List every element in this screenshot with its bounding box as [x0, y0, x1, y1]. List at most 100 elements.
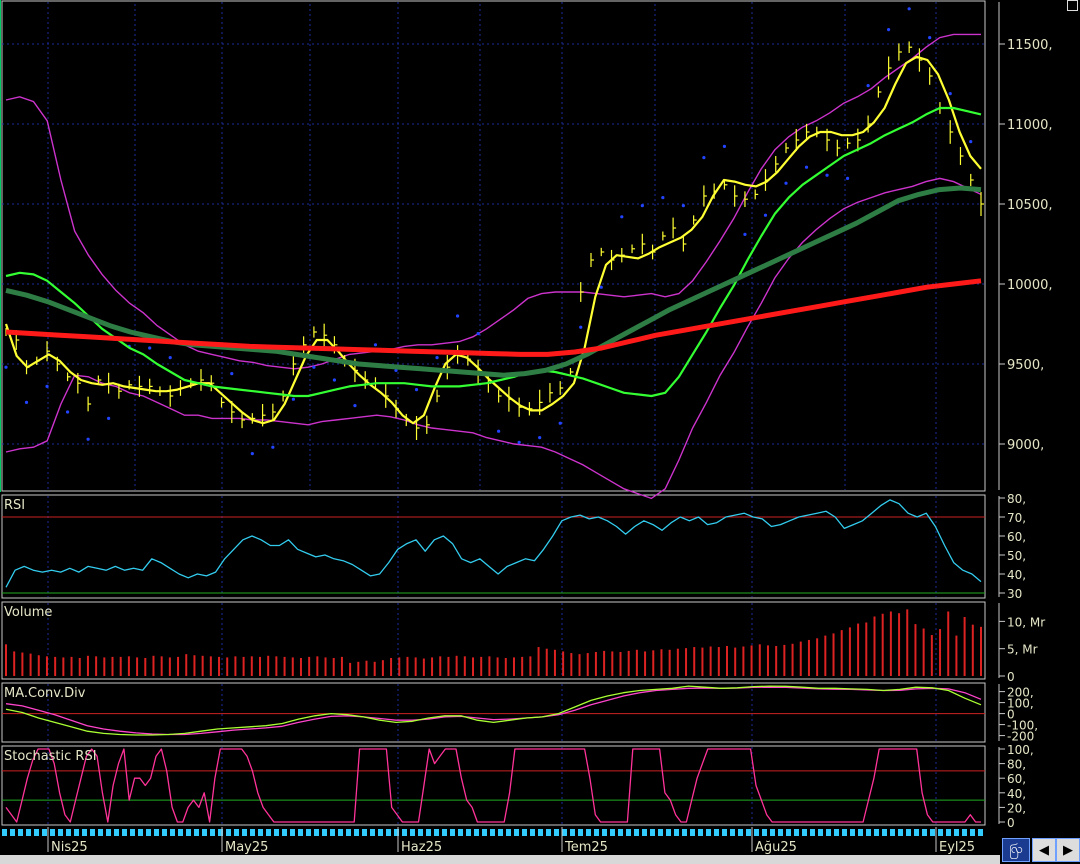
panel-frame	[1, 0, 986, 492]
date-scale-tick	[330, 829, 335, 836]
date-scale-tick	[538, 829, 543, 836]
date-scale-tick	[226, 829, 231, 836]
date-scale-tick	[146, 829, 151, 836]
sar-dot	[599, 285, 603, 289]
horizontal-scrollbar[interactable]	[0, 855, 1000, 864]
date-scale-tick	[530, 829, 535, 836]
date-scale-tick	[714, 829, 719, 836]
rsi-y-tick-label: 70,	[1007, 511, 1026, 525]
bollinger-upper-line	[5, 33, 981, 370]
stoch-rsi-line	[5, 748, 981, 823]
date-scale-tick	[410, 829, 415, 836]
date-scale-tick	[906, 829, 911, 836]
date-scale-tick	[50, 829, 55, 836]
rsi-y-tick-label: 30	[1007, 587, 1022, 601]
date-scale-tick	[658, 829, 663, 836]
sar-dot	[353, 404, 357, 408]
sar-dot	[291, 397, 295, 401]
date-scale-tick	[954, 829, 959, 836]
window-restore-button[interactable]	[1067, 0, 1078, 11]
sar-dot	[928, 36, 932, 40]
stoch-y-tick-label: 60,	[1007, 772, 1026, 786]
stock-chart[interactable]: 11500, 11000, 10500, 10000, 9500, 9000, 80, 70,…	[0, 0, 1080, 864]
sar-dot	[168, 356, 172, 360]
date-scale-tick	[154, 829, 159, 836]
sar-dot	[332, 378, 337, 382]
date-scale-tick	[874, 829, 879, 836]
date-scale-tick	[810, 829, 815, 836]
date-scale-tick	[754, 829, 759, 836]
sar-dot	[312, 365, 316, 369]
date-scale-tick	[650, 829, 655, 836]
date-scale-tick	[610, 829, 615, 836]
date-scale-tick	[170, 829, 175, 836]
stoch-y-tick-label: 100,	[1007, 743, 1034, 757]
date-scale-tick	[306, 829, 311, 836]
sar-dot	[681, 204, 685, 208]
date-scale-tick	[402, 829, 407, 836]
bloomberg-style-logo-icon[interactable]: ꩺ	[1002, 838, 1030, 862]
sar-dot	[907, 7, 911, 11]
sar-dot	[148, 346, 152, 350]
date-scale-tick	[890, 829, 895, 836]
date-scale-tick	[474, 829, 479, 836]
sar-dot	[538, 436, 542, 440]
rsi-y-tick-label: 80,	[1007, 492, 1026, 506]
date-scale-tick	[514, 829, 519, 836]
sar-dot	[558, 421, 562, 425]
x-month-label: Nis25	[51, 840, 88, 855]
sar-dot	[435, 356, 439, 360]
date-scale-tick	[106, 829, 111, 836]
date-scale-tick	[562, 829, 567, 836]
date-scale-tick	[290, 829, 295, 836]
sar-dot	[517, 440, 521, 444]
date-scale-tick	[866, 829, 871, 836]
rsi-y-tick-label: 60,	[1007, 530, 1026, 544]
scroll-right-icon[interactable]: ▶	[1056, 838, 1080, 862]
date-scale-tick	[34, 829, 39, 836]
date-scale-tick	[162, 829, 167, 836]
date-scale-tick	[466, 829, 471, 836]
rsi-y-tick-label: 50,	[1007, 549, 1026, 563]
date-scale-tick	[434, 829, 439, 836]
date-scale-tick	[234, 829, 239, 836]
x-month-label: Ağu25	[755, 840, 797, 855]
sar-dot	[497, 429, 501, 433]
date-scale-tick	[578, 829, 583, 836]
date-scale-tick	[602, 829, 607, 836]
date-scale-tick	[586, 829, 591, 836]
x-month-label: Eyl25	[939, 840, 975, 855]
date-scale-tick	[698, 829, 703, 836]
price-y-tick-label: 10500,	[1007, 198, 1053, 213]
date-scale-tick	[418, 829, 423, 836]
date-scale-tick	[322, 829, 327, 836]
date-scale-tick	[666, 829, 671, 836]
date-scale-tick	[338, 829, 343, 836]
macd-signal-line	[5, 686, 982, 736]
date-scale-tick	[962, 829, 967, 836]
stoch-y-tick-label: 20,	[1007, 801, 1026, 815]
price-y-tick-label: 11500,	[1007, 38, 1053, 53]
scroll-left-icon[interactable]: ◀	[1032, 838, 1056, 862]
sar-dot	[373, 343, 378, 347]
date-scale-tick	[682, 829, 687, 836]
date-scale-tick	[738, 829, 743, 836]
date-scale-tick	[178, 829, 183, 836]
sar-dot	[455, 314, 460, 318]
sar-dot	[4, 365, 8, 369]
date-scale-tick	[186, 829, 191, 836]
date-scale-tick	[730, 829, 735, 836]
date-scale-tick	[626, 829, 631, 836]
date-scale-tick	[946, 829, 951, 836]
date-scale-tick	[282, 829, 287, 836]
ma-slow-line	[5, 278, 982, 357]
panel-frame	[1, 494, 986, 599]
sar-dot	[887, 28, 891, 32]
date-scale-tick	[914, 829, 919, 836]
ma-long-line	[5, 185, 982, 378]
panel-frame	[1, 682, 986, 743]
x-month-label: May25	[225, 840, 268, 855]
x-month-label: Tem25	[564, 840, 608, 855]
date-scale-tick	[26, 829, 31, 836]
date-scale-tick	[442, 829, 447, 836]
